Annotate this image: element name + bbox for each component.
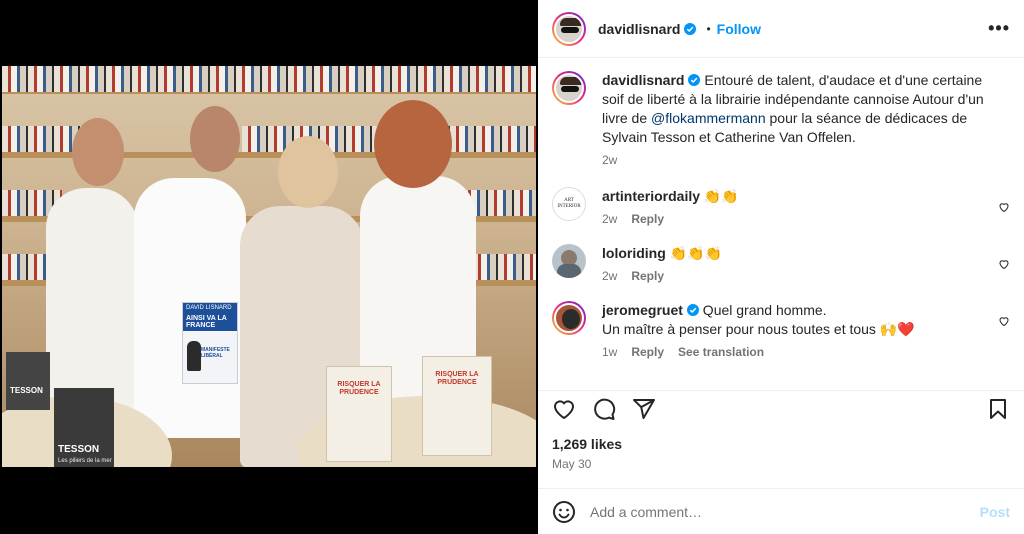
more-options-icon[interactable]: ••• (988, 18, 1010, 39)
comment-avatar[interactable]: ART INTERIOR (552, 187, 586, 221)
post-comment-button[interactable]: Post (980, 504, 1010, 520)
caption-mention-link[interactable]: @flokammermann (651, 110, 766, 126)
verified-badge-icon (686, 304, 699, 316)
comment-avatar[interactable] (552, 244, 586, 278)
caption-row: davidlisnard Entouré de talent, d'audace… (552, 71, 1010, 167)
post-media[interactable]: DAVID LISNARD AINSI VA LA FRANCE MANIFES… (0, 0, 538, 534)
reply-button[interactable]: Reply (631, 269, 664, 283)
held-book-author: DAVID LISNARD (186, 305, 232, 311)
post-date: May 30 (552, 457, 592, 471)
comment-username[interactable]: jeromegruet (602, 302, 683, 318)
shelf-book-author: TESSON (10, 386, 43, 395)
instagram-post: DAVID LISNARD AINSI VA LA FRANCE MANIFES… (0, 0, 1024, 534)
comment-avatar-logo: ART INTERIOR (557, 198, 581, 209)
save-bookmark-icon[interactable] (986, 397, 1010, 421)
author-username[interactable]: davidlisnard (598, 21, 680, 37)
stack-book-title: RISQUER LA PRUDENCE (435, 371, 479, 386)
held-book: DAVID LISNARD AINSI VA LA FRANCE MANIFES… (182, 302, 238, 384)
author-avatar[interactable] (552, 11, 586, 46)
comment-row: jeromegruet Quel grand homme. Un maître à… (552, 301, 1010, 359)
book-row (472, 254, 536, 280)
post-actions-bar (538, 390, 1024, 426)
stack-book: RISQUER LA PRUDENCE (422, 356, 492, 456)
held-book-title: AINSI VA LA FRANCE (186, 315, 227, 329)
shelf-book-tesson: TESSON (6, 352, 50, 410)
caption-avatar[interactable] (552, 71, 586, 105)
held-book-subtitle: MANIFESTE LIBÉRAL (201, 347, 230, 359)
reply-button[interactable]: Reply (631, 345, 664, 359)
post-photo: DAVID LISNARD AINSI VA LA FRANCE MANIFES… (2, 66, 536, 467)
comment-username[interactable]: loloriding (602, 245, 666, 261)
share-paper-plane-icon[interactable] (632, 397, 656, 421)
table-book-subtitle: Les piliers de la mer (58, 458, 112, 464)
table-book-author: TESSON (58, 444, 100, 455)
see-translation-button[interactable]: See translation (678, 345, 764, 359)
post-header: davidlisnard • Follow ••• (538, 0, 1024, 58)
add-comment-input[interactable] (590, 503, 980, 520)
like-comment-heart-icon[interactable] (998, 258, 1010, 270)
comment-text: Quel grand homme. (698, 302, 827, 318)
book-row (2, 66, 536, 92)
comment-username[interactable]: artinteriordaily (602, 188, 700, 204)
comment-bubble-icon[interactable] (592, 397, 616, 421)
caption-text: davidlisnard Entouré de talent, d'audace… (602, 71, 1004, 147)
person-2-head (190, 106, 240, 172)
verified-badge-icon (684, 22, 697, 35)
comments-list[interactable]: davidlisnard Entouré de talent, d'audace… (538, 59, 1024, 389)
comment-time: 1w (602, 345, 618, 359)
person-3-head (278, 136, 338, 208)
follow-button[interactable]: Follow (717, 21, 761, 37)
like-comment-heart-icon[interactable] (998, 201, 1010, 213)
comment-avatar[interactable] (552, 301, 586, 335)
comment-row: ART INTERIOR artinteriordaily 👏👏 2w Repl… (552, 187, 1010, 226)
caption-time: 2w (602, 153, 618, 167)
reply-button[interactable]: Reply (631, 212, 664, 226)
add-comment-bar: Post (538, 488, 1024, 534)
emoji-smiley-icon[interactable] (552, 500, 576, 524)
comment-row: loloriding 👏👏👏 2w Reply (552, 244, 1010, 283)
likes-count[interactable]: 1,269 likes (552, 436, 622, 452)
comment-time: 2w (602, 269, 618, 283)
person-4-head (374, 100, 452, 188)
stack-book: RISQUER LA PRUDENCE (326, 366, 392, 462)
verified-badge-icon (688, 74, 701, 86)
caption-username[interactable]: davidlisnard (602, 72, 684, 88)
like-heart-icon[interactable] (552, 397, 576, 421)
comment-text-line2: Un maître à penser pour nous toutes et t… (602, 321, 915, 337)
person-1-head (72, 118, 124, 186)
like-comment-heart-icon[interactable] (998, 315, 1010, 327)
table-book-tesson: TESSON Les piliers de la mer (54, 388, 114, 467)
comment-text: 👏👏👏 (665, 245, 722, 261)
post-side-panel: davidlisnard • Follow ••• davidlisnard E… (538, 0, 1024, 534)
comment-time: 2w (602, 212, 618, 226)
stack-book-title: RISQUER LA PRUDENCE (337, 381, 381, 396)
book-row (2, 254, 52, 280)
comment-text: 👏👏 (700, 188, 739, 204)
separator-dot: • (706, 21, 711, 36)
